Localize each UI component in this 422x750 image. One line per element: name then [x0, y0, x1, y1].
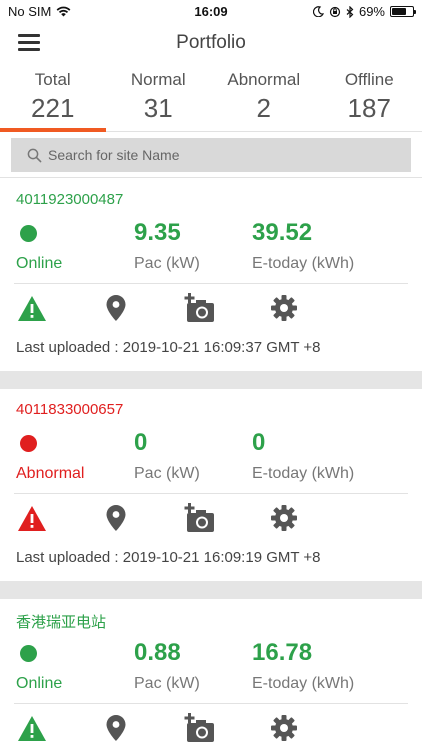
tab-count: 187	[347, 93, 391, 123]
site-status: Abnormal	[16, 465, 85, 482]
gear-icon	[271, 505, 297, 531]
pac-label: Pac (kW)	[134, 255, 200, 272]
settings-button[interactable]	[268, 293, 300, 323]
alarm-button[interactable]	[16, 293, 48, 323]
moon-icon	[312, 6, 324, 17]
settings-button[interactable]	[268, 713, 300, 743]
status-tabs: Total 221 Normal 31 Abnormal 2 Offline 1…	[0, 66, 422, 132]
tab-label: Total	[34, 70, 71, 89]
bluetooth-icon	[346, 5, 354, 18]
etoday-label: E-today (kWh)	[252, 255, 355, 272]
search-bar	[0, 132, 422, 178]
card-separator	[0, 581, 422, 599]
etoday-value: 0	[252, 429, 266, 456]
add-camera-icon	[184, 293, 214, 322]
pac-value: 9.35	[134, 219, 181, 246]
search-box[interactable]	[11, 138, 411, 172]
warning-triangle-icon	[18, 505, 46, 531]
gear-icon	[271, 715, 297, 741]
add-camera-icon	[184, 713, 214, 742]
warning-triangle-icon	[18, 715, 46, 741]
menu-button[interactable]	[18, 34, 40, 52]
site-card[interactable]: 4011833000657 Abnormal 0 Pac (kW) 0 E-to…	[0, 389, 422, 581]
site-status: Online	[16, 255, 63, 272]
location-pin-icon	[106, 295, 126, 321]
status-dot	[20, 435, 37, 452]
location-pin-icon	[106, 505, 126, 531]
tab-count: 2	[256, 93, 271, 123]
tab-normal[interactable]: Normal 31	[106, 66, 212, 131]
divider	[14, 703, 408, 704]
tab-label: Normal	[130, 70, 186, 89]
location-button[interactable]	[100, 713, 132, 743]
page-title: Portfolio	[176, 32, 246, 53]
status-dot	[20, 225, 37, 242]
tab-label: Offline	[344, 70, 394, 89]
search-input[interactable]	[48, 147, 388, 163]
battery-icon	[390, 6, 416, 17]
add-camera-icon	[184, 503, 214, 532]
battery-level	[392, 8, 406, 15]
hamburger-icon-line	[18, 41, 40, 44]
etoday-value: 39.52	[252, 219, 313, 246]
gear-icon	[271, 295, 297, 321]
add-photo-button[interactable]	[184, 293, 216, 323]
settings-button[interactable]	[268, 503, 300, 533]
pac-label: Pac (kW)	[134, 465, 200, 482]
status-right: 69%	[312, 4, 416, 19]
pac-label: Pac (kW)	[134, 675, 200, 692]
site-card[interactable]: 4011923000487 Online 9.35 Pac (kW) 39.52…	[0, 179, 422, 371]
alarm-button[interactable]	[16, 503, 48, 533]
divider	[14, 283, 408, 284]
location-pin-icon	[106, 715, 126, 741]
tab-abnormal[interactable]: Abnormal 2	[211, 66, 317, 131]
site-card[interactable]: 香港瑞亚电站 Online 0.88 Pac (kW) 16.78 E-toda…	[0, 599, 422, 750]
etoday-value: 16.78	[252, 639, 313, 666]
tab-count: 31	[143, 93, 173, 123]
warning-triangle-icon	[18, 295, 46, 321]
last-uploaded: Last uploaded : 2019-10-21 16:09:19 GMT …	[16, 549, 321, 566]
divider	[14, 493, 408, 494]
last-uploaded: Last uploaded : 2019-10-21 16:09:37 GMT …	[16, 339, 321, 356]
tab-total[interactable]: Total 221	[0, 66, 106, 132]
card-separator	[0, 371, 422, 389]
alarm-button[interactable]	[16, 713, 48, 743]
site-id[interactable]: 4011833000657	[16, 401, 123, 418]
orientation-lock-icon	[329, 6, 341, 17]
etoday-label: E-today (kWh)	[252, 675, 355, 692]
search-icon	[27, 148, 42, 162]
battery-percent: 69%	[358, 4, 385, 19]
hamburger-icon-line	[18, 48, 40, 51]
add-photo-button[interactable]	[184, 503, 216, 533]
pac-value: 0	[134, 429, 148, 456]
location-button[interactable]	[100, 503, 132, 533]
status-bar: No SIM 16:09 69%	[0, 0, 422, 22]
site-id[interactable]: 4011923000487	[16, 191, 123, 208]
tab-label: Abnormal	[227, 70, 301, 89]
tab-count: 221	[31, 93, 75, 123]
site-status: Online	[16, 675, 63, 692]
site-id[interactable]: 香港瑞亚电站	[16, 611, 106, 632]
add-photo-button[interactable]	[184, 713, 216, 743]
hamburger-icon-line	[18, 34, 40, 37]
status-dot	[20, 645, 37, 662]
tab-offline[interactable]: Offline 187	[317, 66, 422, 131]
nav-header: Portfolio	[0, 22, 422, 66]
location-button[interactable]	[100, 293, 132, 323]
etoday-label: E-today (kWh)	[252, 465, 355, 482]
pac-value: 0.88	[134, 639, 181, 666]
